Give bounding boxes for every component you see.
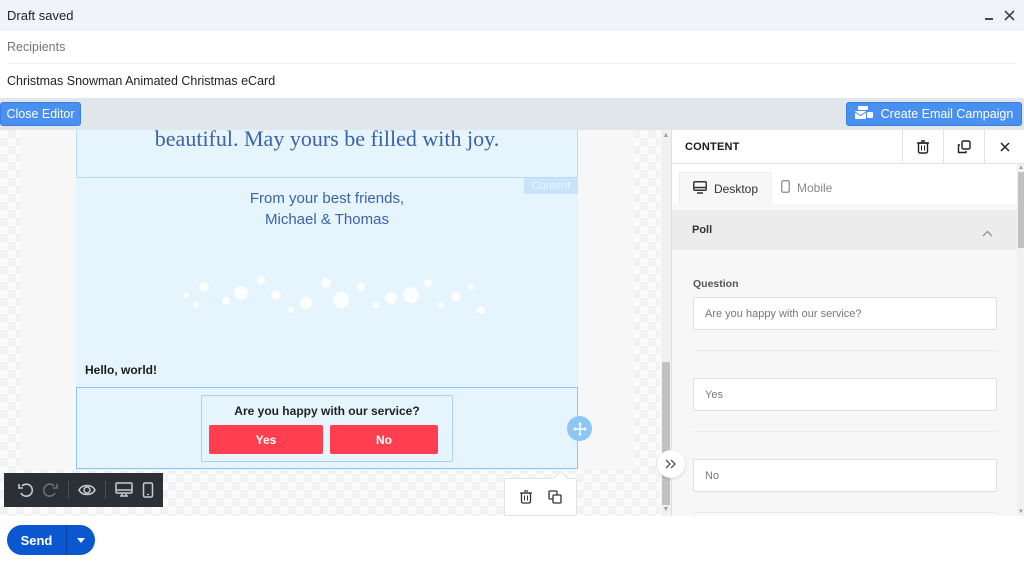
send-button-group: Send [7,525,95,555]
trash-icon[interactable] [902,130,943,164]
option-yes-input[interactable] [693,378,997,411]
panel-scrollbar[interactable]: ▲ ▼ [1017,164,1024,516]
minimize-icon[interactable] [982,7,996,23]
window-controls [982,7,1016,23]
poll-section-title: Poll [692,224,713,236]
editor-toolbar [4,473,163,507]
create-email-campaign-button[interactable]: Create Email Campaign [846,102,1022,126]
signature-line-2: Michael & Thomas [265,211,389,228]
divider [693,431,997,432]
scroll-up-icon[interactable]: ▲ [662,132,670,140]
tab-desktop[interactable]: Desktop [679,172,773,204]
trash-icon[interactable] [517,488,535,506]
duplicate-icon[interactable] [943,130,984,164]
collapse-panel-icon[interactable] [657,450,685,478]
option-no-input[interactable] [693,459,997,492]
mobile-icon [781,180,790,196]
tab-desktop-label: Desktop [714,181,759,196]
window-title: Draft saved [7,8,74,23]
redo-icon[interactable] [38,478,62,502]
toolbar-divider [68,481,69,499]
poll-card: Are you happy with our service? Yes No [201,395,453,462]
canvas-scrollbar-thumb[interactable] [662,362,670,505]
device-tabs: Desktop Mobile [672,164,1017,204]
poll-no-button[interactable]: No [330,425,438,454]
editor-canvas: beautiful. May yours be filled with joy.… [0,130,660,516]
text-block[interactable]: beautiful. May yours be filled with joy. [76,130,578,178]
subject-field[interactable]: Christmas Snowman Animated Christmas eCa… [7,64,1016,97]
desktop-icon [693,180,707,197]
hello-text: Hello, world! [85,363,157,377]
signature-text: From your best friends, Michael & Thomas [76,188,578,230]
scroll-down-icon[interactable]: ▼ [662,506,670,514]
recipients-field[interactable]: Recipients [7,31,1016,64]
title-bar: Draft saved [0,0,1024,31]
signature-line-1: From your best friends, [249,190,405,207]
undo-icon[interactable] [14,478,38,502]
chevron-up-icon[interactable] [982,224,993,242]
poll-yes-button[interactable]: Yes [209,425,323,454]
close-icon[interactable] [1002,7,1016,23]
create-email-campaign-label: Create Email Campaign [880,107,1014,121]
tab-mobile-label: Mobile [797,181,833,195]
email-composer: Draft saved Recipients Christmas Snowman… [0,0,1024,564]
dropdown-arrow-icon[interactable] [67,525,94,555]
poll-question: Are you happy with our service? [234,404,420,418]
poll-block[interactable]: Are you happy with our service? Yes No [76,387,578,469]
close-icon[interactable] [984,130,1024,164]
tab-mobile[interactable]: Mobile [768,172,845,204]
snowflakes-image [183,276,485,314]
panel-scrollbar-thumb[interactable] [1018,172,1024,248]
question-input[interactable] [693,297,997,330]
campaign-icon [854,105,873,123]
preview-icon[interactable] [75,478,99,502]
send-button[interactable]: Send [7,525,67,555]
toolbar-divider [105,481,106,499]
poll-section-header[interactable]: Poll [672,210,1017,250]
content-panel: CONTENT Desktop Mobile Poll Question Are… [671,130,1024,516]
scroll-up-icon[interactable]: ▲ [1017,165,1024,171]
duplicate-icon[interactable] [546,488,564,506]
close-editor-button[interactable]: Close Editor [0,102,81,126]
block-tools-popover [504,478,577,516]
mobile-icon[interactable] [136,478,160,502]
desktop-icon[interactable] [112,478,136,502]
panel-header: CONTENT [672,130,1024,164]
divider [693,512,997,513]
editor-bar: Close Editor Create Email Campaign [0,98,1024,130]
move-icon[interactable] [567,416,592,441]
question-label: Question [693,278,739,290]
panel-title: CONTENT [685,141,740,153]
scroll-down-icon[interactable]: ▼ [1017,509,1024,515]
greeting-text: beautiful. May yours be filled with joy. [154,130,500,151]
divider [693,350,997,351]
